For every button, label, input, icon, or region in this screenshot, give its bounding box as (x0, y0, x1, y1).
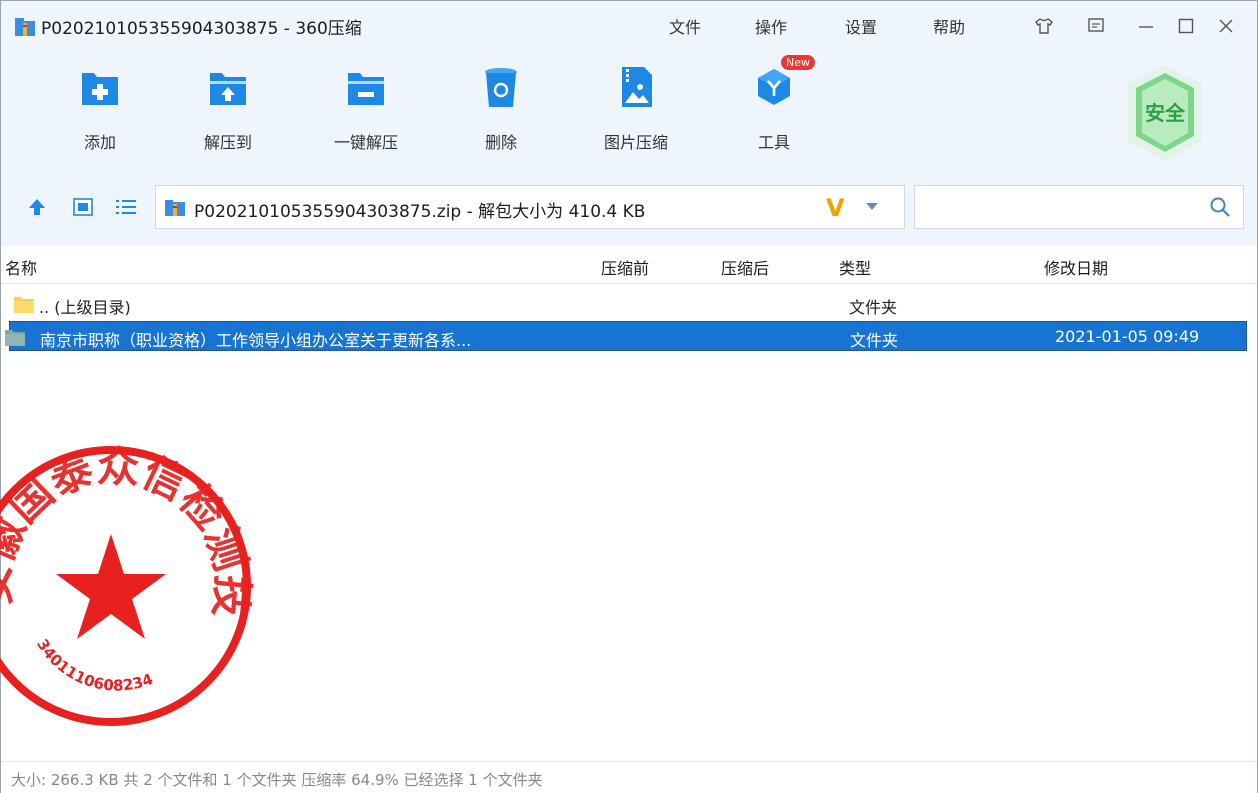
address-text: P020210105355904303875.zip - 解包大小为 410.4… (194, 202, 646, 222)
column-size-after[interactable]: 压缩后 (721, 255, 769, 279)
new-badge: New (781, 55, 815, 70)
trash-icon (485, 68, 517, 107)
security-shield-label: 安全 (1145, 101, 1186, 125)
up-level-button[interactable] (25, 196, 49, 218)
status-text: 大小: 266.3 KB 共 2 个文件和 1 个文件夹 压缩率 64.9% 已… (11, 771, 543, 789)
search-box[interactable] (914, 185, 1244, 229)
row-type: 文件夹 (850, 331, 899, 350)
folder-icon (5, 330, 25, 346)
row-name: .. (上级目录) (39, 298, 131, 317)
toolbar-add-button[interactable]: 添加 (45, 65, 155, 153)
toolbar-one-click-extract-label: 一键解压 (333, 133, 398, 152)
star-icon (56, 534, 166, 639)
column-type[interactable]: 类型 (839, 255, 871, 279)
folder-icon (14, 297, 34, 313)
seal-company-text: 安徽国泰众信检测技术有限公司 (0, 436, 257, 619)
list-row-parent[interactable]: .. (上级目录) 文件夹 (9, 289, 1247, 319)
tools-icon (758, 69, 790, 105)
thumbnail-view-button[interactable] (71, 196, 95, 218)
address-bar[interactable]: P020210105355904303875.zip - 解包大小为 410.4… (155, 185, 905, 229)
svg-text:安徽国泰众信检测技术有限公司: 安徽国泰众信检测技术有限公司 (0, 436, 257, 619)
row-type: 文件夹 (849, 298, 898, 317)
v-logo-icon[interactable]: V (826, 194, 845, 222)
toolbar-image-compress-label: 图片压缩 (603, 133, 668, 152)
minimize-button[interactable] (1133, 13, 1159, 39)
zip-file-icon (165, 200, 185, 216)
search-icon[interactable] (1209, 196, 1231, 218)
close-button[interactable] (1213, 13, 1239, 39)
toolbar-extract-to-label: 解压到 (203, 133, 252, 152)
row-modified: 2021-01-05 09:49 (1055, 327, 1200, 346)
skin-button[interactable] (1031, 13, 1057, 39)
add-folder-icon (82, 73, 118, 105)
image-compress-icon (622, 67, 652, 107)
arrow-up-icon (29, 199, 45, 215)
maximize-icon (1178, 18, 1194, 34)
menu-operate[interactable]: 操作 (755, 14, 787, 38)
toolbar-tools-label: 工具 (757, 133, 790, 152)
navigation-row: P020210105355904303875.zip - 解包大小为 410.4… (1, 181, 1257, 233)
feedback-button[interactable] (1083, 13, 1109, 39)
toolbar-one-click-extract-button[interactable]: 一键解压 (311, 65, 421, 153)
list-view-icon (116, 200, 136, 214)
svg-text:3401110608234: 3401110608234 (33, 636, 155, 695)
list-view-button[interactable] (114, 196, 138, 218)
column-name[interactable]: 名称 (5, 255, 37, 279)
toolbar-delete-label: 删除 (484, 133, 517, 152)
toolbar-add-label: 添加 (83, 133, 116, 152)
toolbar-tools-button[interactable]: 工具 (719, 65, 829, 153)
close-icon (1219, 19, 1233, 33)
list-row-selected[interactable]: 南京市职称（职业资格）工作领导小组办公室关于更新各系... 文件夹 2021-0… (5, 321, 1247, 351)
security-shield-icon[interactable]: 安全 (1124, 63, 1206, 163)
window-title: P020210105355904303875 - 360压缩 (41, 19, 362, 39)
status-bar: 大小: 266.3 KB 共 2 个文件和 1 个文件夹 压缩率 64.9% 已… (1, 761, 1257, 793)
row-name: 南京市职称（职业资格）工作领导小组办公室关于更新各系... (40, 331, 472, 350)
thumbnail-view-icon (73, 198, 93, 216)
extract-to-icon (210, 73, 246, 105)
archive-app-icon (15, 18, 35, 36)
maximize-button[interactable] (1173, 13, 1199, 39)
one-click-extract-icon (348, 73, 384, 105)
message-icon (1088, 18, 1104, 32)
column-modified[interactable]: 修改日期 (1044, 255, 1108, 279)
company-seal-stamp: 安徽国泰众信检测技术有限公司 3401110608234 (0, 436, 257, 726)
minimize-icon (1139, 26, 1153, 28)
column-header: 名称 压缩前 压缩后 类型 修改日期 (1, 246, 1257, 284)
toolbar-extract-to-button[interactable]: 解压到 (173, 65, 283, 153)
menu-file[interactable]: 文件 (669, 14, 701, 38)
app-window: P020210105355904303875 - 360压缩 文件 操作 设置 … (0, 0, 1258, 793)
shirt-icon (1035, 18, 1053, 34)
toolbar-delete-button[interactable]: 删除 (446, 65, 556, 153)
menu-settings[interactable]: 设置 (845, 14, 877, 38)
menu-help[interactable]: 帮助 (933, 14, 965, 38)
column-size-before[interactable]: 压缩前 (601, 255, 649, 279)
title-bar: P020210105355904303875 - 360压缩 文件 操作 设置 … (1, 1, 1257, 51)
address-dropdown-icon[interactable] (866, 203, 878, 210)
toolbar-image-compress-button[interactable]: 图片压缩 (581, 65, 691, 153)
top-area: P020210105355904303875 - 360压缩 文件 操作 设置 … (1, 1, 1257, 246)
seal-code-text: 3401110608234 (33, 636, 155, 695)
